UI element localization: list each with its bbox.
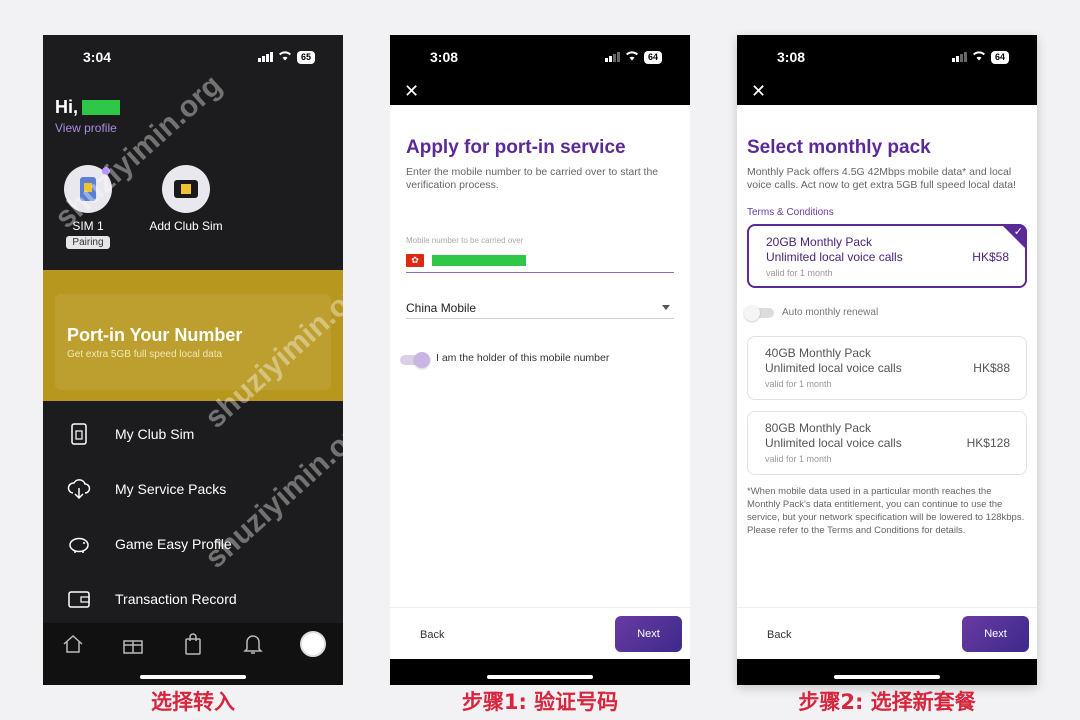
- add-club-sim-label: Add Club Sim: [149, 219, 223, 233]
- status-time: 3:08: [777, 49, 806, 65]
- pack-price: HK$128: [966, 436, 1010, 450]
- menu-item-my-service-packs[interactable]: My Service Packs: [67, 477, 226, 501]
- chevron-down-icon: [662, 305, 670, 310]
- page-title: Apply for port-in service: [406, 137, 626, 158]
- redacted-number: [432, 255, 526, 266]
- home-indicator: [487, 675, 593, 679]
- battery-icon: 65: [296, 50, 315, 64]
- pack-price: HK$88: [973, 361, 1010, 375]
- next-button[interactable]: Next: [615, 616, 682, 652]
- shopping-bag-icon[interactable]: [180, 631, 206, 657]
- carrier-value: China Mobile: [406, 300, 477, 315]
- phone-screen-monthly-pack: 3:08 64 ✕ Select monthly pack Monthly Pa…: [737, 35, 1037, 685]
- mobile-number-field[interactable]: ✿: [406, 249, 674, 273]
- redacted-name: [82, 100, 121, 115]
- sim-card-icon: [67, 422, 91, 446]
- signal-icon: [951, 52, 967, 62]
- signal-icon: [257, 52, 273, 62]
- sim-chip-icon: [174, 180, 198, 198]
- sim-1-card[interactable]: SIM 1 Pairing: [48, 165, 128, 249]
- piggy-bank-icon: [67, 532, 91, 556]
- home-indicator: [834, 675, 940, 679]
- menu-item-my-club-sim[interactable]: My Club Sim: [67, 422, 194, 446]
- view-profile-link[interactable]: View profile: [55, 121, 117, 135]
- menu-item-game-easy-profile[interactable]: Game Easy Profile: [67, 532, 232, 556]
- cloud-download-icon: [67, 477, 91, 501]
- check-icon: ✓: [1013, 226, 1023, 238]
- holder-toggle[interactable]: [400, 352, 430, 368]
- phone-screen-port-in: 3:08 64 ✕ Apply for port-in service Ente…: [390, 35, 690, 685]
- close-icon[interactable]: ✕: [404, 81, 419, 102]
- page-title: Select monthly pack: [747, 137, 931, 158]
- phone-screen-home: 3:04 65 Hi, View profile SIM 1 Pairing A…: [43, 35, 343, 685]
- signal-icon: [604, 52, 620, 62]
- greeting: Hi,: [55, 97, 121, 118]
- wifi-icon: [625, 50, 639, 64]
- close-icon[interactable]: ✕: [751, 81, 766, 102]
- sim-avatar-icon: [80, 177, 96, 201]
- hong-kong-flag-icon[interactable]: ✿: [406, 254, 424, 267]
- battery-icon: 64: [643, 50, 662, 64]
- data-usage-note: *When mobile data used in a particular m…: [747, 486, 1025, 536]
- bell-icon[interactable]: [240, 631, 266, 657]
- back-button[interactable]: Back: [420, 629, 444, 641]
- auto-renewal-label: Auto monthly renewal: [782, 307, 879, 318]
- banner-subtitle: Get extra 5GB full speed local data: [67, 349, 223, 360]
- notification-dot: [102, 167, 110, 175]
- menu-item-transaction-record[interactable]: Transaction Record: [67, 587, 237, 611]
- next-button[interactable]: Next: [962, 616, 1029, 652]
- page-description: Monthly Pack offers 4.5G 42Mbps mobile d…: [747, 166, 1017, 191]
- terms-link[interactable]: Terms & Conditions: [747, 207, 834, 218]
- carrier-select[interactable]: China Mobile: [406, 297, 674, 319]
- pack-option-40gb[interactable]: 40GB Monthly Pack Unlimited local voice …: [747, 336, 1027, 400]
- status-bar: 3:08 64: [390, 35, 690, 79]
- status-bar: 3:04 65: [43, 35, 343, 79]
- wifi-icon: [972, 50, 986, 64]
- add-club-sim-button[interactable]: Add Club Sim: [146, 165, 226, 233]
- pack-option-80gb[interactable]: 80GB Monthly Pack Unlimited local voice …: [747, 411, 1027, 475]
- caption-step-0: 选择转入: [151, 690, 235, 714]
- pairing-badge: Pairing: [66, 236, 110, 249]
- caption-step-1: 步骤1: 验证号码: [461, 690, 619, 714]
- pack-price: HK$58: [972, 250, 1009, 264]
- sim-1-label: SIM 1: [72, 219, 104, 233]
- wifi-icon: [278, 50, 292, 64]
- home-indicator: [140, 675, 246, 679]
- battery-icon: 64: [990, 50, 1009, 64]
- banner-title: Port-in Your Number: [67, 325, 243, 345]
- page-description: Enter the mobile number to be carried ov…: [406, 166, 659, 191]
- home-icon[interactable]: [60, 631, 86, 657]
- auto-renewal-toggle[interactable]: [744, 305, 774, 321]
- profile-avatar[interactable]: [300, 631, 326, 657]
- wallet-icon: [67, 587, 91, 611]
- pack-option-20gb[interactable]: ✓ 20GB Monthly Pack Unlimited local voic…: [747, 224, 1027, 288]
- status-bar: 3:08 64: [737, 35, 1037, 79]
- status-time: 3:04: [83, 49, 112, 65]
- mobile-number-label: Mobile number to be carried over: [406, 236, 524, 245]
- back-button[interactable]: Back: [767, 629, 791, 641]
- caption-step-2: 步骤2: 选择新套餐: [798, 690, 976, 714]
- status-time: 3:08: [430, 49, 459, 65]
- holder-label: I am the holder of this mobile number: [436, 352, 610, 364]
- gift-icon[interactable]: [120, 631, 146, 657]
